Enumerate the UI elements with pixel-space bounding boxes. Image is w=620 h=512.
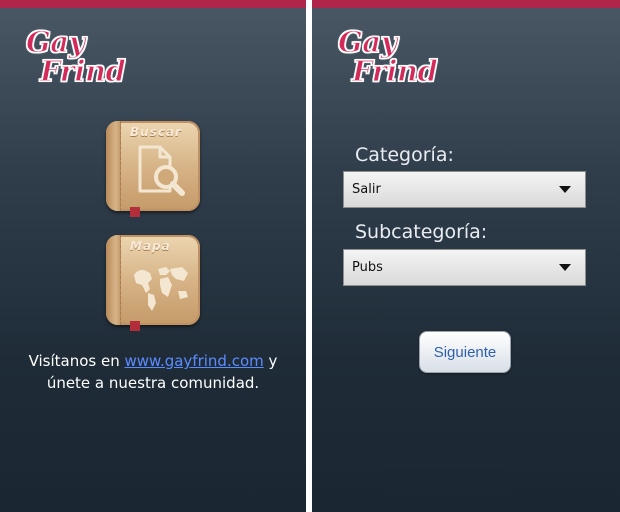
- world-map-icon: [134, 267, 188, 311]
- visit-prefix: Visítanos en: [28, 352, 120, 370]
- home-screen: Gay Frind Buscar Mapa Visítanos en www.g…: [0, 0, 306, 512]
- visit-suffix: y: [268, 352, 278, 370]
- dropdown-arrow-icon: [559, 186, 571, 193]
- search-button-label: Buscar: [130, 125, 182, 139]
- visit-message: Visítanos en www.gayfrind.com y únete a …: [0, 350, 306, 394]
- status-accent-bar: [0, 0, 306, 8]
- visit-line-2: únete a nuestra comunidad.: [46, 374, 260, 392]
- logo-line-2: Frind: [39, 54, 126, 88]
- map-button[interactable]: Mapa: [106, 235, 200, 331]
- bookmark-ribbon: [130, 207, 140, 217]
- book-spine: [106, 121, 121, 211]
- category-screen: Gay Frind Categoría: Salir Subcategoría:…: [312, 0, 620, 512]
- document-search-icon: [138, 145, 185, 196]
- bookmark-ribbon: [130, 321, 140, 331]
- subcategory-select[interactable]: Pubs: [343, 249, 586, 286]
- category-label: Categoría:: [355, 144, 454, 166]
- category-value: Salir: [352, 182, 381, 197]
- logo-line-1: Gay: [337, 25, 398, 59]
- map-button-label: Mapa: [130, 239, 171, 253]
- website-link[interactable]: www.gayfrind.com: [125, 352, 264, 370]
- dropdown-arrow-icon: [559, 264, 571, 271]
- logo-line-2: Frind: [351, 54, 438, 88]
- subcategory-value: Pubs: [352, 260, 383, 275]
- next-button[interactable]: Siguiente: [419, 331, 511, 373]
- book-spine: [106, 235, 121, 325]
- app-logo: Gay Frind: [337, 25, 448, 90]
- category-select[interactable]: Salir: [343, 171, 586, 208]
- search-button[interactable]: Buscar: [106, 121, 200, 217]
- app-logo: Gay Frind: [25, 25, 136, 90]
- logo-line-1: Gay: [25, 25, 86, 59]
- status-accent-bar: [312, 0, 620, 8]
- subcategory-label: Subcategoría:: [355, 221, 488, 243]
